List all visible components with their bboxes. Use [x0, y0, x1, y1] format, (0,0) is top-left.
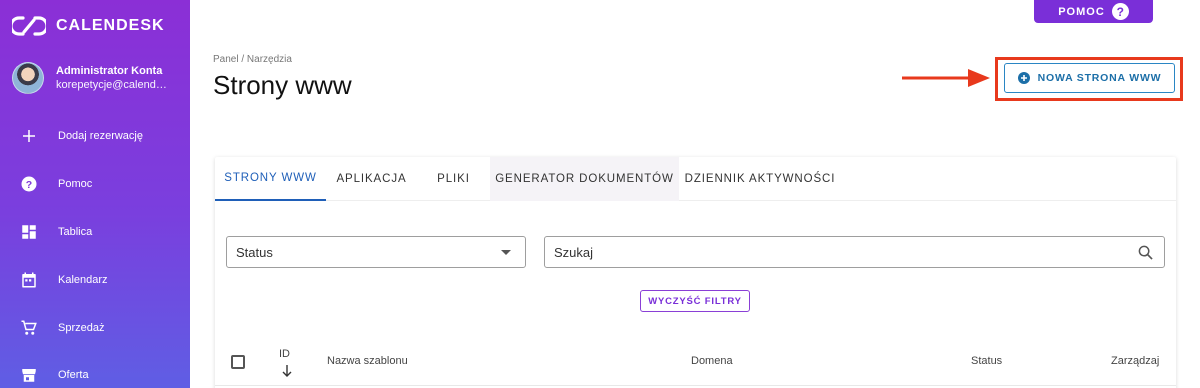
search-placeholder: Szukaj — [554, 244, 594, 260]
new-website-button[interactable]: NOWA STRONA WWW — [1004, 63, 1175, 93]
column-header-manage: Zarządzaj — [1111, 355, 1160, 367]
brand-logo[interactable]: CALENDESK — [12, 15, 165, 37]
tab-websites[interactable]: STRONY WWW — [215, 157, 326, 201]
sidebar-item-label: Tablica — [58, 226, 93, 238]
help-circle-icon: ? — [0, 175, 58, 193]
tab-document-generator[interactable]: GENERATOR DOKUMENTÓW — [490, 157, 679, 201]
red-arrow-icon — [902, 69, 990, 87]
question-mark-icon: ? — [1111, 3, 1129, 20]
select-all-checkbox[interactable] — [231, 355, 245, 369]
search-icon[interactable] — [1138, 245, 1153, 260]
profile-email: korepetycje@calendesk.net — [56, 79, 170, 91]
chevron-down-icon — [501, 250, 511, 255]
breadcrumb: Panel / Narzędzia — [213, 54, 292, 65]
calendesk-logo-icon — [12, 16, 46, 36]
sidebar-item-calendar[interactable]: Kalendarz — [0, 258, 190, 302]
sidebar-item-add-booking[interactable]: Dodaj rezerwację — [0, 114, 190, 158]
column-header-domain[interactable]: Domena — [691, 355, 733, 367]
plus-circle-icon — [1017, 72, 1030, 84]
avatar — [12, 62, 44, 94]
sidebar: CALENDESK Administrator Konta korepetycj… — [0, 0, 190, 388]
arrow-down-icon[interactable] — [282, 365, 292, 377]
sidebar-item-label: Kalendarz — [58, 274, 108, 286]
sidebar-item-label: Dodaj rezerwację — [58, 130, 143, 142]
cart-icon — [0, 319, 58, 337]
plus-icon — [0, 127, 58, 145]
sidebar-item-help[interactable]: ? Pomoc — [0, 162, 190, 206]
sidebar-item-dashboard[interactable]: Tablica — [0, 210, 190, 254]
tab-bar: STRONY WWW APLIKACJA PLIKI GENERATOR DOK… — [215, 157, 1176, 201]
profile-name: Administrator Konta — [56, 65, 163, 77]
column-header-template-name[interactable]: Nazwa szablonu — [327, 355, 408, 367]
brand-name: CALENDESK — [56, 17, 165, 34]
column-header-status[interactable]: Status — [971, 355, 1002, 367]
help-button[interactable]: POMOC ? — [1034, 0, 1153, 23]
clear-filters-button[interactable]: WYCZYŚĆ FILTRY — [640, 290, 750, 312]
store-icon — [0, 366, 58, 384]
sidebar-item-offer[interactable]: Oferta — [0, 353, 190, 388]
tab-activity-log[interactable]: DZIENNIK AKTYWNOŚCI — [679, 157, 841, 201]
calendar-icon — [0, 271, 58, 289]
status-select-label: Status — [236, 244, 273, 260]
sidebar-item-label: Pomoc — [58, 178, 93, 190]
status-select[interactable]: Status — [226, 236, 526, 268]
new-website-button-label: NOWA STRONA WWW — [1037, 72, 1162, 84]
tab-files[interactable]: PLIKI — [417, 157, 490, 201]
sidebar-item-sales[interactable]: Sprzedaż — [0, 306, 190, 350]
content-card: STRONY WWW APLIKACJA PLIKI GENERATOR DOK… — [215, 157, 1176, 388]
page-title: Strony www — [213, 70, 352, 100]
help-button-label: POMOC — [1058, 5, 1105, 18]
search-input[interactable]: Szukaj — [544, 236, 1165, 268]
profile-card[interactable]: Administrator Konta korepetycje@calendes… — [12, 62, 170, 94]
sidebar-item-label: Sprzedaż — [58, 322, 105, 334]
tab-application[interactable]: APLIKACJA — [326, 157, 417, 201]
sidebar-item-label: Oferta — [58, 369, 89, 381]
table-header-divider — [215, 385, 1176, 386]
dashboard-icon — [0, 223, 58, 241]
column-header-id[interactable]: ID — [279, 348, 290, 360]
svg-text:?: ? — [26, 179, 32, 191]
